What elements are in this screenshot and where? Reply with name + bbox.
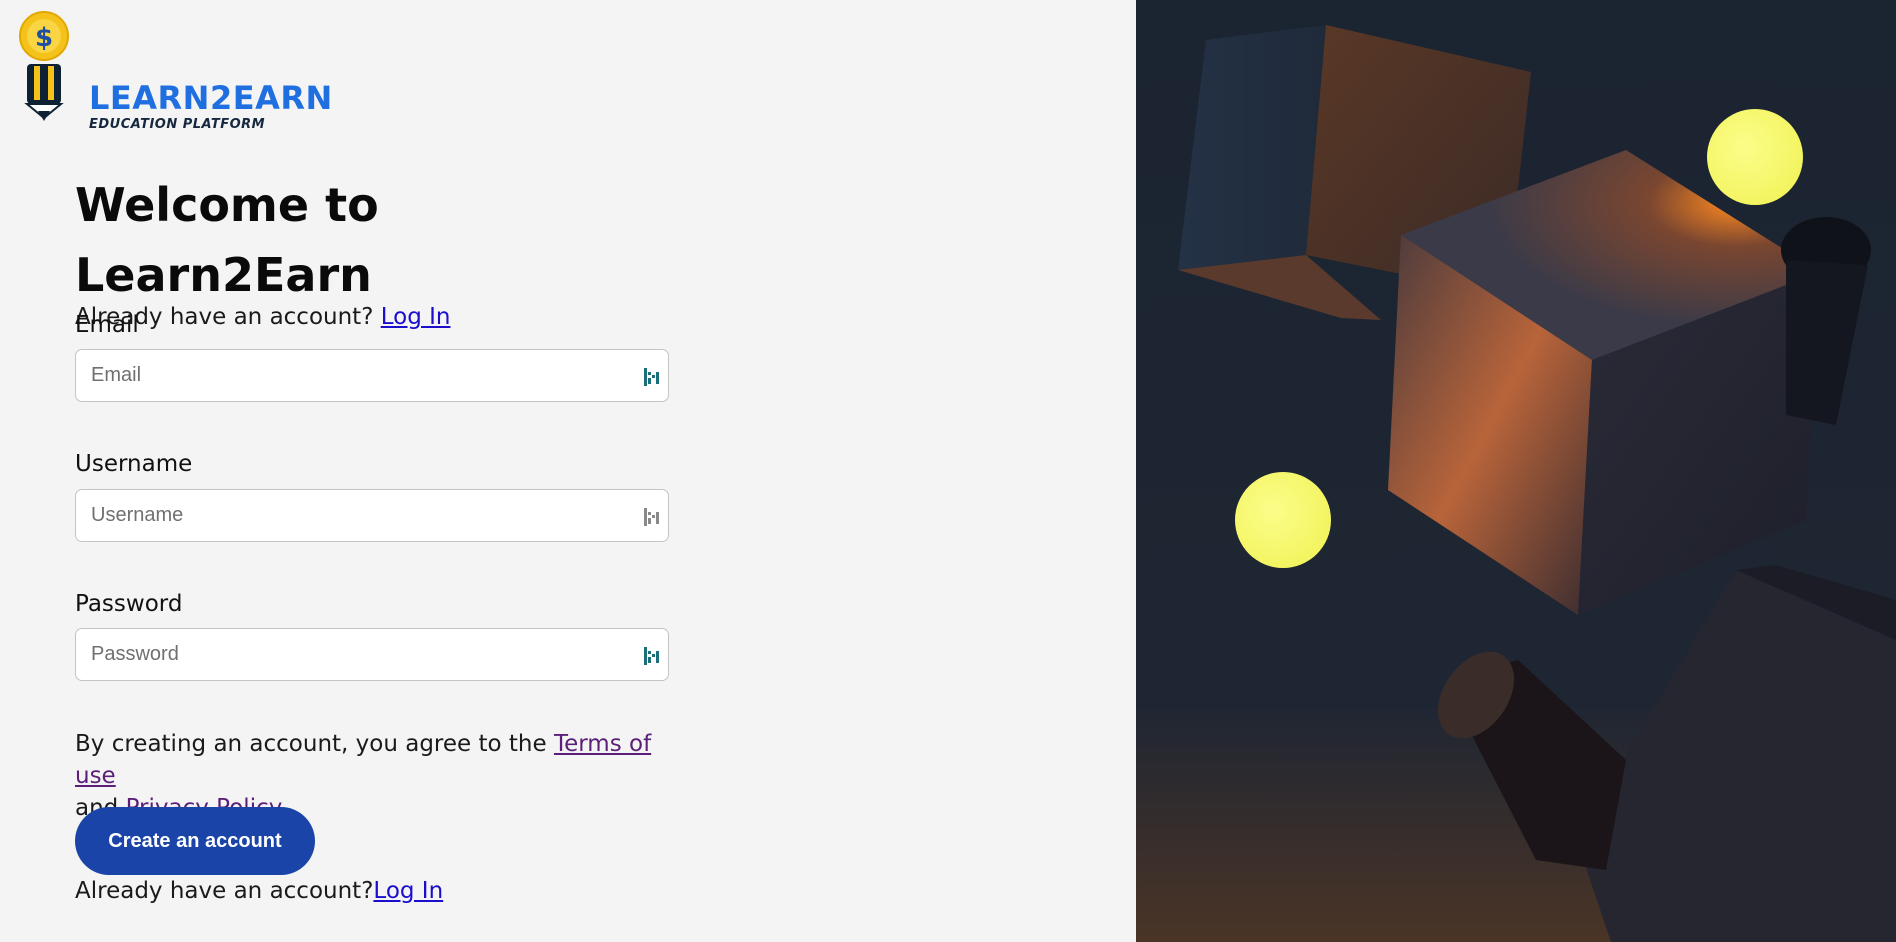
create-account-button[interactable]: Create an account [75,807,315,875]
username-field-wrap [75,489,669,542]
hero-3d-shapes [1136,0,1896,942]
username-label: Username [75,451,193,477]
page-title: Welcome to Learn2Earn [75,178,379,302]
hero-image [1136,0,1896,942]
password-label: Password [75,591,183,617]
yellow-sphere-left [1235,472,1331,568]
password-manager-icon[interactable] [642,507,660,527]
bottom-login-prompt: Already have an account? [75,878,374,904]
email-label: Email [75,312,139,338]
top-login-line: Already have an account? Log In [75,304,675,330]
password-field[interactable] [76,629,611,680]
yellow-sphere-top [1707,109,1803,205]
logo-text: LEARN2EARN EDUCATION PLATFORM [89,82,333,132]
coin-symbol: $ [35,23,53,53]
bottom-login-line: Already have an account?Log In [75,878,443,904]
username-field[interactable] [76,490,611,541]
signup-form: Welcome to Learn2Earn Already have an ac… [75,170,675,904]
password-manager-icon[interactable] [642,646,660,666]
password-field-wrap [75,628,669,681]
email-field-wrap [75,349,669,402]
brand-name: LEARN2EARN [89,79,333,117]
terms-prefix: By creating an account, you agree to the [75,731,547,757]
password-manager-icon[interactable] [642,367,660,387]
bottom-login-link[interactable]: Log In [373,878,443,904]
signup-panel: $ LEARN2EARN EDUCATION PLATFORM Welcome … [0,0,1136,942]
email-field[interactable] [76,350,611,401]
brand-logo: $ LEARN2EARN EDUCATION PLATFORM [14,8,332,134]
brand-tagline: EDUCATION PLATFORM [89,117,266,132]
top-login-link[interactable]: Log In [381,304,451,330]
